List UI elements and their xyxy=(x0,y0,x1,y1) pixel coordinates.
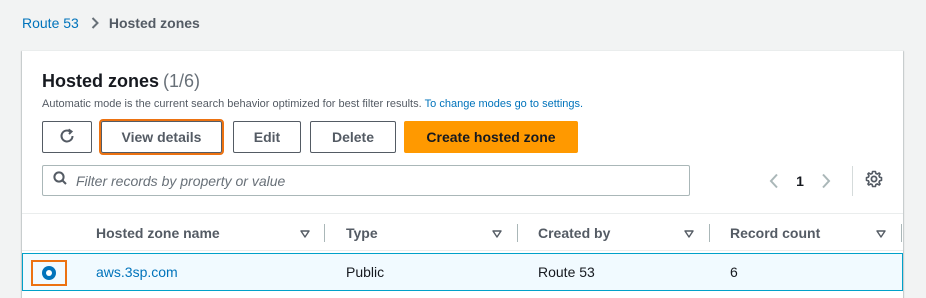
gear-icon[interactable] xyxy=(865,170,883,193)
column-header-label: Created by xyxy=(538,225,611,241)
column-header-created-by[interactable]: Created by xyxy=(538,214,708,252)
chevron-left-icon[interactable] xyxy=(764,173,784,189)
page-title: Hosted zones (1/6) xyxy=(42,71,200,92)
refresh-icon xyxy=(58,127,76,148)
page-number[interactable]: 1 xyxy=(784,173,816,189)
column-header-type[interactable]: Type xyxy=(346,214,516,252)
settings-link[interactable]: To change modes go to settings. xyxy=(425,98,583,110)
refresh-button[interactable] xyxy=(42,121,92,153)
selection-count: (1/6) xyxy=(163,71,201,91)
column-resizer[interactable] xyxy=(709,224,710,242)
pagination: 1 xyxy=(764,166,883,196)
search-mode-text: Automatic mode is the current search beh… xyxy=(42,98,422,110)
view-details-button[interactable]: View details xyxy=(99,119,224,155)
panel-title-text: Hosted zones xyxy=(42,71,160,91)
hosted-zones-table: Hosted zone name Type Created by Record … xyxy=(22,213,903,291)
chevron-right-icon[interactable] xyxy=(816,173,836,189)
edit-button[interactable]: Edit xyxy=(233,121,301,153)
search-icon xyxy=(53,171,67,190)
create-hosted-zone-button[interactable]: Create hosted zone xyxy=(404,121,578,153)
column-header-record-count[interactable]: Record count xyxy=(730,214,900,252)
row-select-radio[interactable] xyxy=(31,260,67,286)
caret-down-icon[interactable] xyxy=(876,225,886,241)
delete-button[interactable]: Delete xyxy=(310,121,396,153)
column-header-name[interactable]: Hosted zone name xyxy=(96,214,314,252)
search-mode-description: Automatic mode is the current search beh… xyxy=(42,98,583,110)
radio-selected-icon xyxy=(42,266,56,280)
column-resizer[interactable] xyxy=(517,224,518,242)
filter-box[interactable] xyxy=(42,165,690,196)
column-header-label: Type xyxy=(346,225,378,241)
caret-down-icon[interactable] xyxy=(300,225,310,241)
breadcrumb: Route 53 Hosted zones xyxy=(22,14,200,32)
table-row[interactable]: aws.3sp.com Public Route 53 6 xyxy=(22,253,903,291)
filter-input[interactable] xyxy=(76,172,666,189)
created-by-cell: Route 53 xyxy=(538,264,595,280)
column-header-label: Hosted zone name xyxy=(96,225,220,241)
breadcrumb-route53-link[interactable]: Route 53 xyxy=(22,15,79,31)
column-resizer[interactable] xyxy=(324,224,325,242)
column-header-label: Record count xyxy=(730,225,821,241)
pagination-divider xyxy=(852,166,853,196)
chevron-right-icon xyxy=(91,17,99,29)
type-cell: Public xyxy=(346,264,385,280)
caret-down-icon[interactable] xyxy=(492,225,502,241)
hosted-zone-name-link[interactable]: aws.3sp.com xyxy=(96,254,178,290)
hosted-zones-panel: Hosted zones (1/6) Automatic mode is the … xyxy=(22,50,903,298)
table-header: Hosted zone name Type Created by Record … xyxy=(22,213,903,251)
caret-down-icon[interactable] xyxy=(684,225,694,241)
column-resizer[interactable] xyxy=(901,224,902,242)
breadcrumb-current: Hosted zones xyxy=(108,15,200,31)
record-count-cell: 6 xyxy=(730,264,738,280)
